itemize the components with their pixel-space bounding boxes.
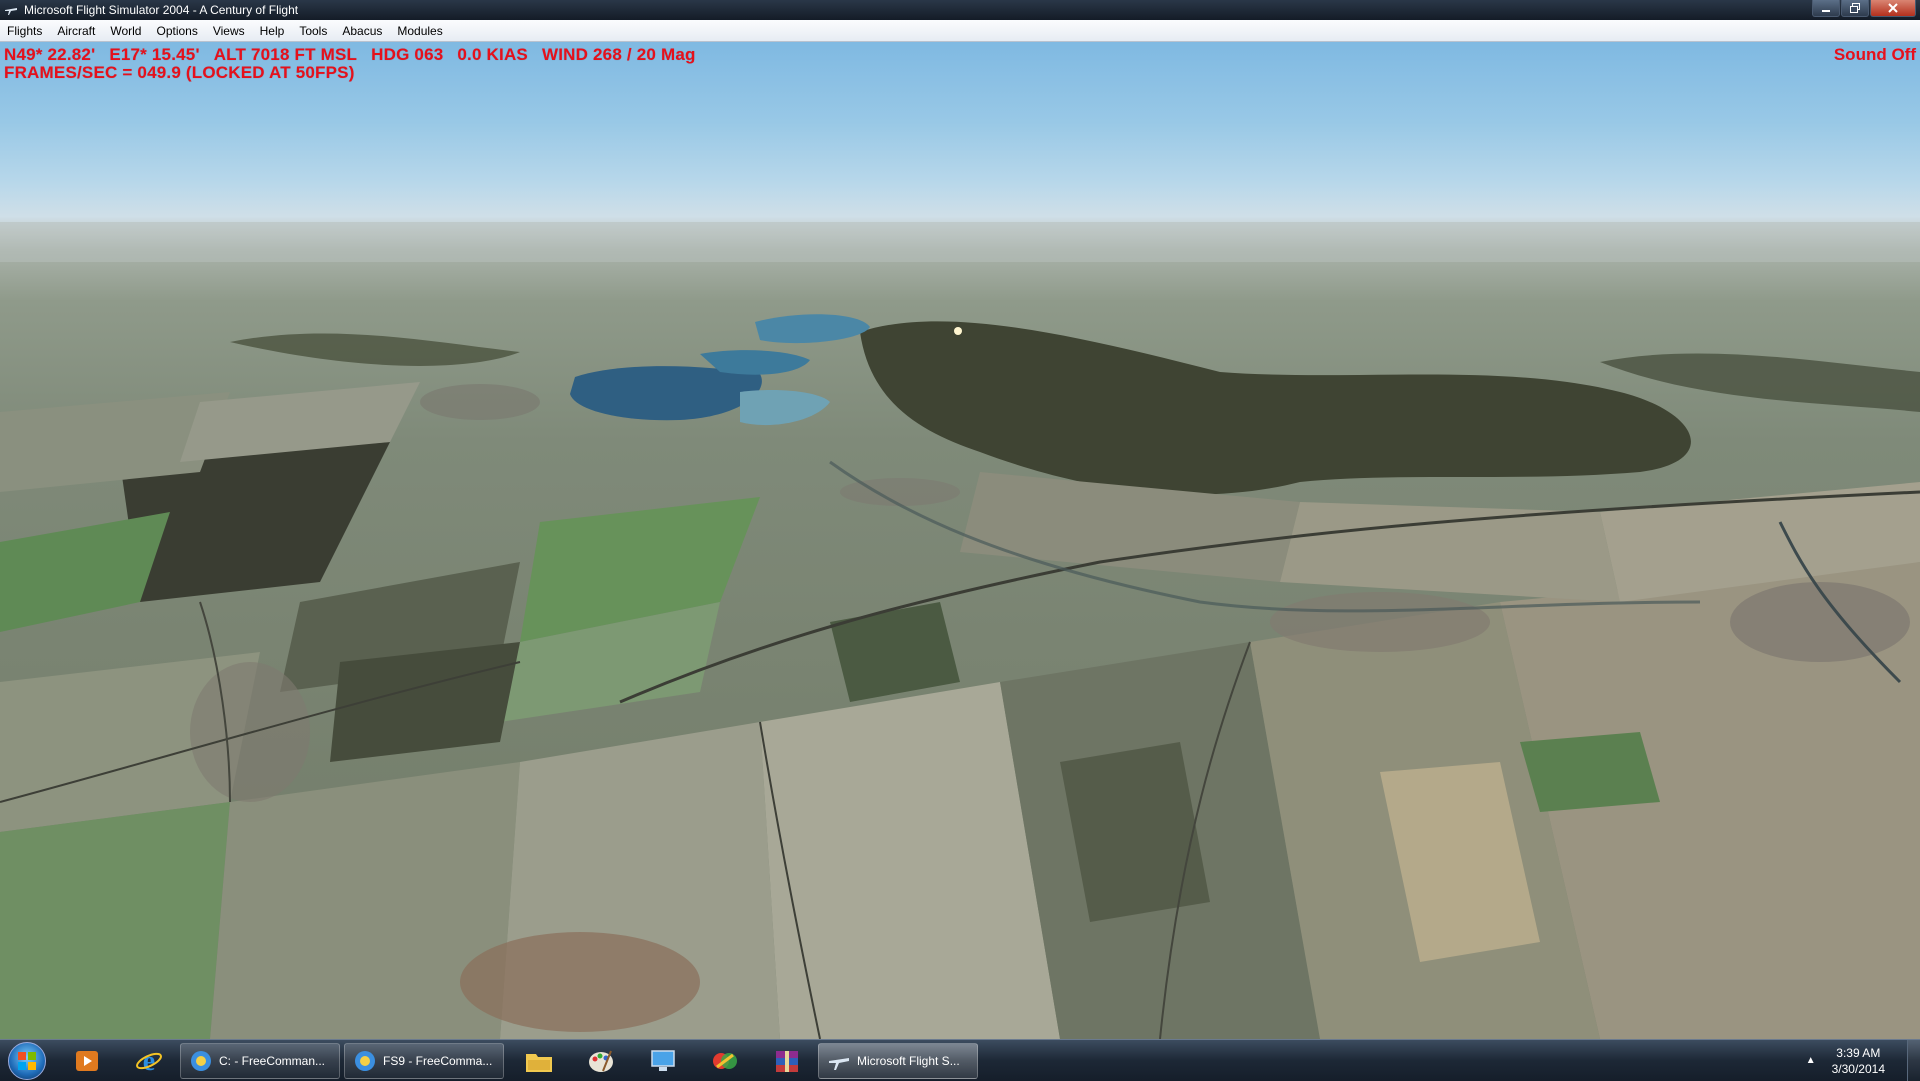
system-tray: ▲ 3:39 AM 3/30/2014 bbox=[1806, 1040, 1920, 1081]
taskbar-clock[interactable]: 3:39 AM 3/30/2014 bbox=[1832, 1045, 1885, 1077]
menu-bar: Flights Aircraft World Options Views Hel… bbox=[0, 20, 1920, 42]
restore-icon bbox=[1850, 3, 1860, 13]
menu-world[interactable]: World bbox=[103, 24, 149, 38]
winrar-icon bbox=[776, 1050, 798, 1072]
window-title-bar[interactable]: Microsoft Flight Simulator 2004 - A Cent… bbox=[0, 0, 1920, 20]
minimize-icon bbox=[1822, 10, 1830, 12]
freecommander-icon bbox=[355, 1050, 375, 1071]
restore-button[interactable] bbox=[1841, 0, 1869, 17]
menu-options[interactable]: Options bbox=[149, 24, 205, 38]
close-button[interactable] bbox=[1870, 0, 1916, 17]
show-hidden-icons-arrow[interactable]: ▲ bbox=[1806, 1055, 1816, 1066]
taskbar-remote-desktop[interactable] bbox=[639, 1043, 687, 1079]
menu-aircraft[interactable]: Aircraft bbox=[50, 24, 103, 38]
remote-desktop-icon bbox=[651, 1049, 675, 1071]
paint-icon bbox=[589, 1050, 613, 1072]
taskbar-task-flight-simulator[interactable]: Microsoft Flight S... bbox=[818, 1042, 978, 1079]
hud-line-position: N49* 22.82' E17* 15.45' ALT 7018 FT MSL … bbox=[4, 46, 696, 64]
sound-status: Sound Off bbox=[1833, 45, 1916, 64]
taskbar: e C: - FreeComman... FS9 - FreeComma... bbox=[0, 1039, 1920, 1081]
internet-explorer-icon: e bbox=[136, 1047, 162, 1075]
menu-views[interactable]: Views bbox=[206, 24, 253, 38]
clock-time: 3:39 AM bbox=[1836, 1045, 1881, 1060]
menu-flights[interactable]: Flights bbox=[0, 24, 50, 38]
taskbar-paint[interactable] bbox=[577, 1043, 625, 1079]
menu-modules[interactable]: Modules bbox=[390, 24, 450, 38]
airplane-icon bbox=[5, 8, 17, 15]
terrain-scenery bbox=[0, 222, 1920, 1039]
taskbar-winrar[interactable] bbox=[763, 1043, 811, 1079]
task-label: C: - FreeComman... bbox=[219, 1053, 326, 1068]
taskbar-internet-explorer[interactable]: e bbox=[125, 1043, 173, 1079]
start-button[interactable] bbox=[8, 1041, 46, 1080]
show-desktop-button[interactable] bbox=[1907, 1040, 1920, 1081]
close-icon bbox=[1888, 3, 1898, 13]
hud-altitude: ALT 7018 FT MSL bbox=[213, 45, 358, 64]
media-player-icon bbox=[76, 1050, 98, 1071]
taskbar-file-explorer[interactable] bbox=[515, 1043, 563, 1079]
hud-wind: WIND 268 / 20 Mag bbox=[541, 45, 696, 64]
hud-readout: N49* 22.82' E17* 15.45' ALT 7018 FT MSL … bbox=[4, 46, 696, 82]
freecommander-icon bbox=[191, 1050, 211, 1071]
svg-text:e: e bbox=[143, 1047, 155, 1075]
clock-date: 3/30/2014 bbox=[1831, 1061, 1885, 1076]
hud-longitude: E17* 15.45' bbox=[109, 45, 200, 64]
window-title: Microsoft Flight Simulator 2004 - A Cent… bbox=[24, 3, 299, 17]
taskbar-task-freecommander-fs9[interactable]: FS9 - FreeComma... bbox=[344, 1042, 504, 1079]
task-label: FS9 - FreeComma... bbox=[383, 1053, 493, 1068]
taskbar-media-player[interactable] bbox=[63, 1043, 111, 1079]
hud-airspeed: 0.0 KIAS bbox=[457, 45, 528, 64]
task-label: Microsoft Flight S... bbox=[857, 1053, 960, 1068]
minimize-button[interactable] bbox=[1812, 0, 1840, 17]
hud-heading: HDG 063 bbox=[371, 45, 444, 64]
hud-latitude: N49* 22.82' bbox=[4, 45, 96, 64]
windows-start-icon bbox=[18, 1051, 36, 1070]
menu-tools[interactable]: Tools bbox=[292, 24, 335, 38]
window-controls bbox=[1811, 0, 1916, 18]
hud-frame-rate: FRAMES/SEC = 049.9 (LOCKED AT 50FPS) bbox=[4, 63, 355, 82]
file-explorer-icon bbox=[526, 1053, 552, 1072]
taskbar-colorful-app[interactable] bbox=[701, 1043, 749, 1079]
colorful-app-icon bbox=[713, 1052, 737, 1069]
taskbar-task-freecommander-c[interactable]: C: - FreeComman... bbox=[180, 1042, 340, 1079]
menu-help[interactable]: Help bbox=[253, 24, 293, 38]
menu-abacus[interactable]: Abacus bbox=[335, 24, 390, 38]
airplane-icon bbox=[829, 1057, 849, 1070]
scenery-viewport[interactable]: N49* 22.82' E17* 15.45' ALT 7018 FT MSL … bbox=[0, 42, 1920, 1039]
